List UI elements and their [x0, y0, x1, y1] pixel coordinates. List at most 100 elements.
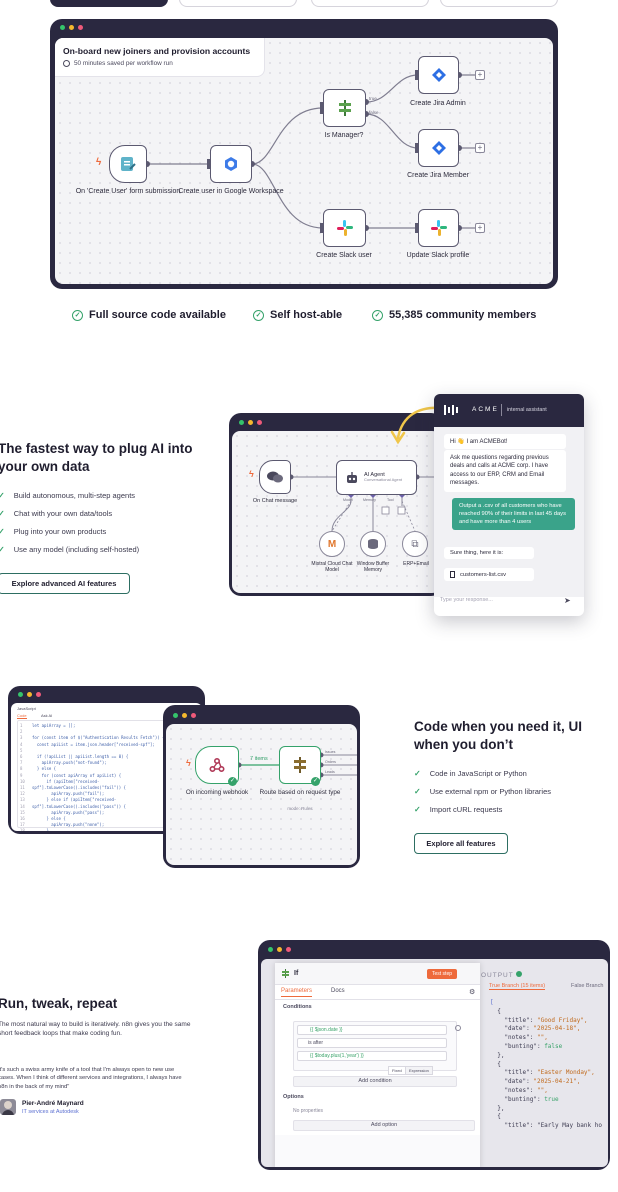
check-icon: ✓: [0, 491, 5, 500]
ai-agent-node[interactable]: AI Agent Conversational Agent: [336, 460, 417, 495]
file-name: customers-list.csv: [460, 571, 507, 578]
port-model-label: Model: [343, 498, 353, 502]
expression-field-1[interactable]: {{ $json.date }}: [297, 1025, 447, 1035]
mistral-icon[interactable]: M: [319, 531, 345, 557]
json-line: {: [490, 1007, 501, 1015]
plus-icon[interactable]: +: [475, 223, 485, 233]
slack-profile-label: Update Slack profile: [406, 252, 470, 259]
check-icon: ✓: [0, 509, 5, 518]
slack-icon: [336, 220, 353, 236]
author-role[interactable]: IT services at Autodesk: [22, 1109, 79, 1115]
jira-admin-node[interactable]: [418, 56, 459, 94]
json-line: "title": "Good Friday",: [490, 1016, 588, 1024]
tab-docs[interactable]: Docs: [331, 988, 345, 994]
node-settings-panel: If Test step Parameters Docs ⚙ Condition…: [275, 963, 480, 1167]
plus-icon[interactable]: +: [475, 143, 485, 153]
jira-member-node[interactable]: [418, 129, 459, 167]
fixed-toggle[interactable]: Fixed: [388, 1066, 406, 1075]
feature-label: Self host-able: [270, 309, 343, 321]
is-manager-node[interactable]: [323, 89, 366, 127]
tab-ask-ai[interactable]: Ask AI: [41, 713, 52, 718]
output-tab-false[interactable]: False Branch: [571, 983, 603, 989]
trigger-node[interactable]: [109, 145, 147, 183]
robot-icon: [347, 471, 357, 483]
check-icon: ✓: [228, 777, 237, 786]
run-heading: Run, tweak, repeat: [0, 996, 118, 1011]
send-icon[interactable]: ➤: [564, 596, 571, 605]
json-line: "notes": "",: [490, 1034, 548, 1042]
check-icon: ✓: [414, 769, 421, 778]
operator-select[interactable]: is after: [297, 1038, 447, 1048]
output-orders: Orders: [325, 760, 336, 764]
check-icon: ✓: [0, 527, 5, 536]
file-attachment[interactable]: customers-list.csv: [444, 568, 534, 581]
author-name: Pier-André Maynard: [22, 1100, 84, 1107]
window-dots: [173, 713, 196, 718]
feature-source-code: ✓ Full source code available: [72, 309, 226, 321]
chat-node-label: On Chat message: [252, 498, 298, 504]
output-issues: Issues: [325, 750, 336, 754]
gear-icon[interactable]: ⚙: [469, 988, 475, 996]
items-count: 7 items: [250, 756, 268, 762]
tab-3[interactable]: [311, 0, 429, 7]
tab-2[interactable]: [179, 0, 297, 7]
chat-icon: [267, 471, 283, 483]
slack-profile-node[interactable]: [418, 209, 459, 247]
output-leads: Leads: [325, 770, 335, 774]
erp-label: ERP+Email: [403, 561, 429, 567]
code-bullet: ✓ Import cURL requests: [414, 805, 503, 814]
workflow-canvas: On-board new joiners and provision accou…: [55, 38, 553, 284]
run-frame: OUTPUT True Branch (15 items) False Bran…: [258, 940, 610, 1170]
slack-user-node[interactable]: [323, 209, 366, 247]
json-line: "title": "Early May bank ho: [490, 1122, 602, 1130]
expression-field-2[interactable]: {{ $today.plus(1,'year') }}: [297, 1051, 447, 1061]
jira-member-label: Create Jira Member: [407, 172, 469, 179]
plus-icon[interactable]: +: [475, 70, 485, 80]
json-line: "title": "Easter Monday",: [490, 1069, 595, 1077]
router-icon: [294, 757, 306, 773]
memory-label: Window Buffer Memory: [356, 561, 390, 573]
code-line: for (const item of $("Authentication Res…: [32, 735, 165, 741]
memory-icon[interactable]: [360, 531, 386, 557]
add-option-select[interactable]: Add option: [293, 1120, 475, 1131]
tab-code[interactable]: Code: [17, 713, 27, 719]
no-properties: No properties: [293, 1108, 324, 1114]
slack-icon: [430, 220, 447, 236]
file-icon: [450, 571, 455, 578]
window-dots: [18, 692, 41, 697]
explore-ai-button[interactable]: Explore advanced AI features: [0, 573, 130, 594]
chat-trigger-node[interactable]: [259, 460, 291, 494]
router-mode: mode: Rules: [287, 806, 313, 811]
remove-icon[interactable]: [455, 1025, 461, 1031]
json-line: {: [490, 1060, 501, 1068]
tab-parameters[interactable]: Parameters: [281, 988, 313, 997]
json-line: "bunting": true: [490, 1095, 559, 1103]
editor-title: JavaScript: [17, 706, 36, 711]
add-condition-button[interactable]: Add condition: [293, 1076, 457, 1087]
output-label: OUTPUT: [481, 971, 523, 979]
google-workspace-node[interactable]: [210, 145, 252, 183]
ai-bullet: ✓ Build autonomous, multi-step agents: [0, 491, 136, 500]
acme-logo-icon: [444, 405, 458, 415]
ai-bullet: ✓ Plug into your own products: [0, 527, 107, 536]
divider: [501, 404, 502, 416]
code-bullet: ✓ Use external npm or Python libraries: [414, 787, 552, 796]
divider: [275, 999, 480, 1000]
avatar: [0, 1099, 16, 1115]
user-message: Output a .csv of all customers who have …: [452, 498, 575, 531]
branch-true-label: true: [369, 96, 377, 101]
json-line: },: [490, 1051, 505, 1059]
test-step-button[interactable]: Test step: [427, 969, 458, 979]
output-tab-true[interactable]: True Branch (15 items): [489, 983, 546, 990]
window-dots: [239, 420, 262, 425]
lightning-icon: ϟ: [96, 157, 102, 168]
erp-tool-icon[interactable]: ⧉: [402, 531, 428, 557]
explore-features-button[interactable]: Explore all features: [414, 833, 508, 854]
code-bullet: ✓ Code in JavaScript or Python: [414, 769, 527, 778]
expression-toggle[interactable]: Expression: [405, 1066, 433, 1075]
tab-1[interactable]: [50, 0, 168, 7]
check-icon: ✓: [414, 805, 421, 814]
tab-4[interactable]: [440, 0, 558, 7]
chat-input[interactable]: Type your response...: [440, 597, 493, 603]
json-output: [ { "title": "Good Friday", "date": "202…: [490, 999, 602, 1131]
